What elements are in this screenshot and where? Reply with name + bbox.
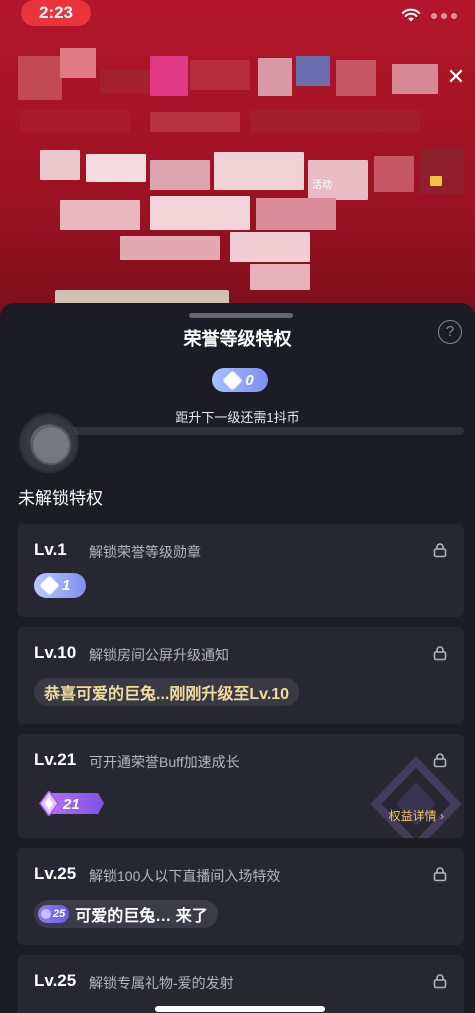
help-icon[interactable]: ? [438,320,462,344]
lock-icon [432,866,448,887]
privilege-card-lv25-gift[interactable]: Lv.25 解锁专属礼物-爱的发射 [17,955,464,1013]
watermark-icon [370,756,462,838]
battery-dots-icon [431,12,457,19]
card-description: 解锁专属礼物-爱的发射 [89,975,234,991]
card-description: 解锁房间公屏升级通知 [89,647,229,663]
badge-number: 1 [62,577,71,594]
lock-icon [432,973,448,994]
wifi-icon [401,8,421,23]
entrance-text: 可爱的巨兔… 来了 [75,908,208,925]
honor-level-sheet: 荣誉等级特权 ? 0 距升下一级还需1抖币 未解锁特权 Lv.1 解锁荣誉等级勋… [0,303,475,1013]
status-time-text: 2:23 [38,3,74,22]
section-title: 未解锁特权 [18,489,103,508]
home-indicator[interactable] [155,1006,325,1012]
benefit-details-link[interactable]: 权益详情 › [389,807,444,824]
sheet-grabber[interactable] [189,313,293,318]
gem-icon [41,909,51,919]
current-level-badge: 0 [212,368,268,392]
privilege-card-lv10[interactable]: Lv.10 解锁房间公屏升级通知 恭喜可爱的巨兔...刚刚升级至Lv.10 [17,627,464,724]
progress-knob-icon [21,415,77,471]
sheet-title: 荣誉等级特权 [183,329,292,349]
privilege-card-lv1[interactable]: Lv.1 解锁荣誉等级勋章 1 [17,524,464,617]
privilege-card-lv21[interactable]: Lv.21 可开通荣誉Buff加速成长 21 权益详情 › [17,734,464,838]
level-progress-bar [30,427,464,435]
level-mini-badge: 25 [38,905,70,923]
status-icons [401,8,457,23]
card-level: Lv.25 [34,971,77,990]
status-time: 2:23 [21,0,91,26]
current-level-number: 0 [245,371,254,389]
close-icon[interactable]: ✕ [445,66,467,88]
card-level: Lv.25 [34,864,77,883]
promo-tag: 活动 [312,180,332,191]
upgrade-notice-preview: 恭喜可爱的巨兔...刚刚升级至Lv.10 [34,678,300,706]
lock-icon [432,542,448,563]
card-level: Lv.1 [34,540,67,559]
card-description: 可开通荣誉Buff加速成长 [89,754,240,770]
live-room-banner: 2:23 活动 ✕ [0,0,475,320]
card-description: 解锁100人以下直播间入场特效 [89,868,281,884]
honor-medal-badge: 1 [34,573,86,598]
diamond-icon [223,370,243,390]
entrance-effect-preview: 25 可爱的巨兔… 来了 [34,900,218,928]
progress-hint: 距升下一级还需1抖币 [175,410,300,425]
card-level: Lv.21 [34,750,77,769]
privilege-card-lv25-entrance[interactable]: Lv.25 解锁100人以下直播间入场特效 25 可爱的巨兔… 来了 [17,848,464,945]
card-description: 解锁荣誉等级勋章 [89,544,201,560]
lock-icon [432,645,448,666]
badge-number: 21 [62,796,80,813]
badge-number: 25 [53,908,66,920]
card-level: Lv.10 [34,643,77,662]
buff-level-badge: 21 [39,791,104,816]
diamond-icon [40,576,59,595]
